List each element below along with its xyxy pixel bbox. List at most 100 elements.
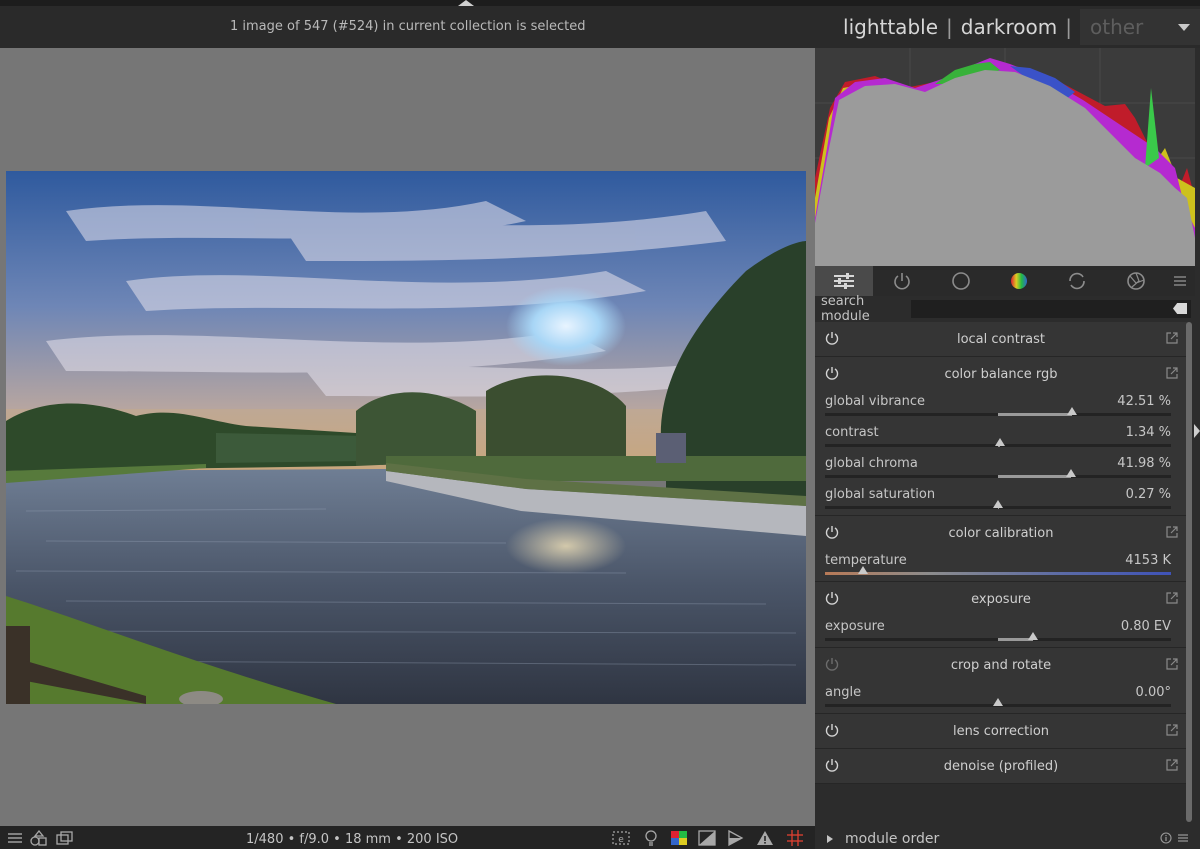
sliders-icon <box>834 273 855 289</box>
slider-label: exposure <box>825 619 885 634</box>
module-local-contrast: local contrast <box>815 322 1187 357</box>
photo-preview[interactable] <box>6 171 806 704</box>
slider-global-saturation[interactable]: global saturation 0.27 % <box>815 484 1187 515</box>
warning-icon[interactable] <box>756 830 774 846</box>
menu-icon[interactable] <box>1177 832 1189 844</box>
tab-correct-group[interactable] <box>1048 266 1106 296</box>
tab-presets-menu[interactable] <box>1165 266 1195 296</box>
module-order-section[interactable]: module order <box>815 826 1200 849</box>
external-link-icon[interactable] <box>1165 366 1179 380</box>
module-header[interactable]: lens correction <box>815 714 1187 748</box>
module-list: local contrast color balance rgb global vi… <box>815 322 1187 784</box>
slider-thumb[interactable] <box>1066 407 1077 415</box>
bulb-icon[interactable] <box>642 830 660 846</box>
slider-value[interactable]: 0.00° <box>1136 685 1171 700</box>
tab-base-group[interactable] <box>932 266 990 296</box>
tab-color-group[interactable] <box>990 266 1048 296</box>
gamut-check-icon[interactable] <box>726 830 744 846</box>
slider-track[interactable] <box>825 632 1171 641</box>
power-icon[interactable] <box>825 657 839 671</box>
chevron-down-icon <box>1178 23 1190 31</box>
external-link-icon[interactable] <box>1165 758 1179 772</box>
module-header[interactable]: denoise (profiled) <box>815 749 1187 783</box>
tab-effect-group[interactable] <box>1107 266 1165 296</box>
module-denoise-profiled: denoise (profiled) <box>815 749 1187 784</box>
external-link-icon[interactable] <box>1165 331 1179 345</box>
view-darkroom[interactable]: darkroom <box>953 15 1066 39</box>
power-icon[interactable] <box>825 366 839 380</box>
bottom-toolbar: 1/480 • f/9.0 • 18 mm • 200 ISO e <box>0 826 815 849</box>
slider-thumb[interactable] <box>1027 632 1038 640</box>
module-list-scrollbar[interactable] <box>1186 322 1192 822</box>
circle-icon <box>952 272 970 290</box>
slider-track[interactable] <box>825 566 1171 575</box>
slider-thumb[interactable] <box>993 500 1004 508</box>
module-header[interactable]: crop and rotate <box>815 648 1187 682</box>
slider-thumb[interactable] <box>858 566 869 574</box>
module-header[interactable]: color calibration <box>815 516 1187 550</box>
slider-track[interactable] <box>825 698 1171 707</box>
slider-track[interactable] <box>825 407 1171 416</box>
slider-thumb[interactable] <box>995 438 1006 446</box>
search-module-label: search module <box>821 294 870 324</box>
menu-icon <box>1173 276 1186 286</box>
slider-value[interactable]: 42.51 % <box>1117 394 1171 409</box>
slider-label: contrast <box>825 425 879 440</box>
menu-icon[interactable] <box>6 830 24 846</box>
slider-label: global vibrance <box>825 394 926 409</box>
slider-track[interactable] <box>825 469 1171 478</box>
snapshot-icon[interactable] <box>56 830 74 846</box>
color-sphere-icon <box>1011 273 1028 289</box>
module-header[interactable]: color balance rgb <box>815 357 1187 391</box>
power-icon[interactable] <box>825 525 839 539</box>
slider-value[interactable]: 0.80 EV <box>1121 619 1171 634</box>
external-link-icon[interactable] <box>1165 525 1179 539</box>
slider-value[interactable]: 0.27 % <box>1126 487 1171 502</box>
histogram[interactable] <box>815 48 1195 266</box>
slider-thumb[interactable] <box>993 698 1003 706</box>
module-color-balance-rgb: color balance rgb global vibrance 42.51 % c… <box>815 357 1187 516</box>
external-link-icon[interactable] <box>1165 591 1179 605</box>
slider-track[interactable] <box>825 500 1171 509</box>
slider-global-vibrance[interactable]: global vibrance 42.51 % <box>815 391 1187 422</box>
slider-track[interactable] <box>825 438 1171 447</box>
module-header[interactable]: local contrast <box>815 322 1187 356</box>
slider-value[interactable]: 4153 K <box>1125 553 1171 568</box>
search-module-input[interactable] <box>911 300 1191 318</box>
tab-power-group[interactable] <box>873 266 931 296</box>
right-panel: search module local contrast color balanc… <box>815 48 1200 849</box>
module-lens-correction: lens correction <box>815 714 1187 749</box>
view-lighttable[interactable]: lighttable <box>835 15 946 39</box>
module-title: color balance rgb <box>944 366 1058 382</box>
slider-temperature[interactable]: temperature 4153 K <box>815 550 1187 581</box>
slider-value[interactable]: 1.34 % <box>1126 425 1171 440</box>
right-panel-collapse-arrow[interactable] <box>1194 424 1200 438</box>
softproof-icon[interactable] <box>698 830 716 846</box>
power-icon[interactable] <box>825 723 839 737</box>
selection-status: 1 image of 547 (#524) in current collect… <box>230 19 586 34</box>
power-icon[interactable] <box>825 591 839 605</box>
color-assessment-icon[interactable] <box>670 830 688 846</box>
focus-peaking-icon[interactable]: e <box>612 830 630 846</box>
slider-exposure[interactable]: exposure 0.80 EV <box>815 616 1187 647</box>
power-icon[interactable] <box>825 331 839 345</box>
info-icon[interactable] <box>1160 832 1172 844</box>
power-icon[interactable] <box>825 758 839 772</box>
module-color-calibration: color calibration temperature 4153 K <box>815 516 1187 582</box>
slider-fill <box>998 475 1071 478</box>
clear-search-icon[interactable] <box>1173 303 1187 314</box>
slider-contrast[interactable]: contrast 1.34 % <box>815 422 1187 453</box>
module-title: exposure <box>971 591 1031 607</box>
styles-icon[interactable] <box>30 830 48 846</box>
external-link-icon[interactable] <box>1165 723 1179 737</box>
slider-thumb[interactable] <box>1065 469 1076 477</box>
tab-active-modules[interactable] <box>815 266 874 296</box>
slider-global-chroma[interactable]: global chroma 41.98 % <box>815 453 1187 484</box>
external-link-icon[interactable] <box>1165 657 1179 671</box>
guides-icon[interactable] <box>786 830 804 846</box>
slider-label: global saturation <box>825 487 936 502</box>
slider-value[interactable]: 41.98 % <box>1117 456 1171 471</box>
slider-angle[interactable]: angle 0.00° <box>815 682 1187 713</box>
view-other-dropdown[interactable]: other <box>1080 9 1200 45</box>
module-header[interactable]: exposure <box>815 582 1187 616</box>
